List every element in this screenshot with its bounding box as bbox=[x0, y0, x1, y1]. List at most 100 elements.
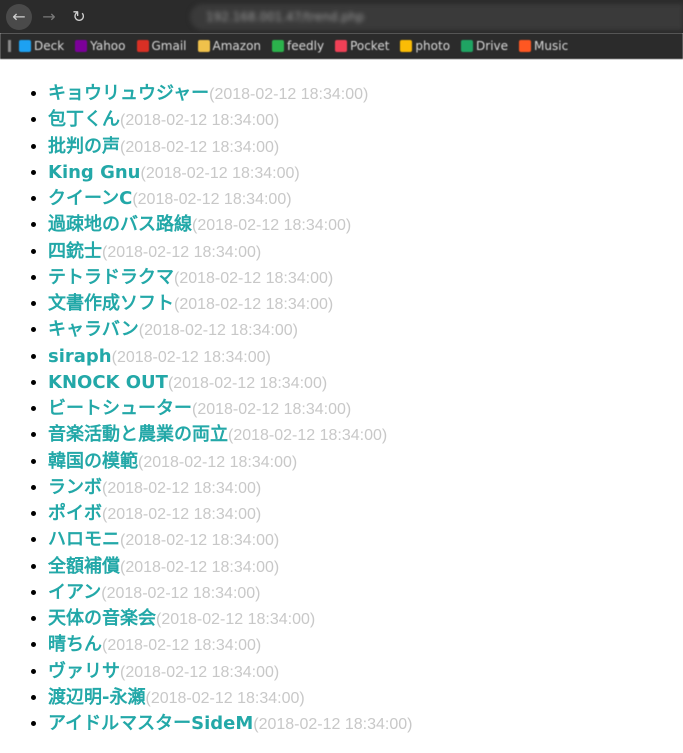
trend-link[interactable]: 四銃士 bbox=[48, 241, 102, 262]
trend-timestamp: (2018-02-12 18:34:00) bbox=[140, 164, 300, 182]
trend-list: キョウリュウジャー(2018-02-12 18:34:00)包丁くん(2018-… bbox=[0, 81, 683, 737]
music-icon bbox=[519, 39, 532, 52]
trend-link[interactable]: King Gnu bbox=[48, 162, 141, 183]
trend-link[interactable]: 全額補償 bbox=[48, 556, 120, 577]
trend-link[interactable]: ランボ bbox=[48, 477, 102, 498]
list-item: 批判の声(2018-02-12 18:34:00) bbox=[48, 134, 683, 160]
trend-link[interactable]: 渡辺明-永瀬 bbox=[48, 687, 145, 708]
bookmark-deck[interactable]: Deck bbox=[19, 39, 64, 53]
list-item: ビートシューター(2018-02-12 18:34:00) bbox=[48, 396, 683, 422]
bookmark-label: Drive bbox=[476, 38, 509, 53]
bookmark-gmail[interactable]: Gmail bbox=[136, 39, 187, 53]
trend-timestamp: (2018-02-12 18:34:00) bbox=[167, 374, 328, 392]
trend-timestamp: (2018-02-12 18:34:00) bbox=[102, 637, 262, 655]
list-item: ポイボ(2018-02-12 18:34:00) bbox=[48, 501, 683, 527]
drive-icon bbox=[461, 39, 474, 52]
list-item: ランボ(2018-02-12 18:34:00) bbox=[48, 475, 683, 501]
list-item: 音楽活動と農業の両立(2018-02-12 18:34:00) bbox=[48, 422, 683, 448]
address-bar[interactable]: 192.168.001.47/trend.php bbox=[190, 4, 683, 30]
trend-timestamp: (2018-02-12 18:34:00) bbox=[101, 584, 261, 602]
list-item: テトラドラクマ(2018-02-12 18:34:00) bbox=[48, 265, 683, 291]
trend-link[interactable]: 天体の音楽会 bbox=[48, 608, 156, 629]
trend-timestamp: (2018-02-12 18:34:00) bbox=[174, 269, 334, 287]
trend-link[interactable]: KNOCK OUT bbox=[48, 372, 168, 393]
feedly-icon bbox=[272, 39, 285, 52]
bookmark-yahoo[interactable]: Yahoo bbox=[75, 38, 126, 53]
list-item: 過疎地のバス路線(2018-02-12 18:34:00) bbox=[48, 212, 683, 238]
trend-timestamp: (2018-02-12 18:34:00) bbox=[138, 322, 298, 340]
trend-link[interactable]: イアン bbox=[48, 582, 101, 603]
bookmarks-bar: Deck Yahoo Gmail Amazon feedly Pocket photo Dri… bbox=[0, 33, 683, 59]
bookmark-label: Music bbox=[534, 38, 569, 53]
deck-icon bbox=[19, 39, 31, 52]
list-item: 包丁くん(2018-02-12 18:34:00) bbox=[48, 107, 683, 133]
trend-link[interactable]: 文書作成ソフト bbox=[48, 293, 174, 314]
trend-timestamp: (2018-02-12 18:34:00) bbox=[102, 243, 262, 261]
trend-timestamp: (2018-02-12 18:34:00) bbox=[120, 532, 280, 550]
bookmark-label: feedly bbox=[287, 38, 325, 53]
trend-link[interactable]: 批判の声 bbox=[48, 136, 120, 157]
trend-link[interactable]: ビートシューター bbox=[48, 398, 192, 419]
trend-timestamp: (2018-02-12 18:34:00) bbox=[174, 296, 334, 313]
bookmark-photo[interactable]: photo bbox=[400, 39, 450, 53]
list-item: イアン(2018-02-12 18:34:00) bbox=[48, 580, 683, 606]
bookmark-drive[interactable]: Drive bbox=[461, 39, 508, 53]
list-item: 四銃士(2018-02-12 18:34:00) bbox=[48, 239, 683, 265]
bookmarks-grip bbox=[8, 39, 11, 52]
pocket-icon bbox=[335, 39, 348, 52]
trend-link[interactable]: テトラドラクマ bbox=[48, 267, 174, 288]
trend-timestamp: (2018-02-12 18:34:00) bbox=[120, 138, 280, 156]
trend-link[interactable]: キョウリュウジャー bbox=[48, 83, 209, 104]
trend-timestamp: (2018-02-12 18:34:00) bbox=[209, 86, 369, 103]
list-item: KNOCK OUT(2018-02-12 18:34:00) bbox=[48, 370, 683, 396]
trend-timestamp: (2018-02-12 18:34:00) bbox=[120, 112, 280, 130]
trend-link[interactable]: siraph bbox=[48, 346, 112, 367]
amazon-icon bbox=[197, 39, 210, 52]
trend-link[interactable]: 晴ちん bbox=[48, 634, 102, 655]
trend-link[interactable]: ヴァリサ bbox=[48, 661, 120, 682]
trend-timestamp: (2018-02-12 18:34:00) bbox=[120, 663, 280, 681]
photos-icon bbox=[400, 39, 413, 52]
list-item: King Gnu(2018-02-12 18:34:00) bbox=[48, 160, 683, 186]
trend-link[interactable]: ポイボ bbox=[48, 503, 102, 524]
trend-timestamp: (2018-02-12 18:34:00) bbox=[111, 348, 271, 366]
trend-link[interactable]: 韓国の模範 bbox=[48, 451, 138, 472]
list-item: ヴァリサ(2018-02-12 18:34:00) bbox=[48, 659, 683, 685]
trend-link[interactable]: 音楽活動と農業の両立 bbox=[48, 424, 228, 445]
bookmark-label: Yahoo bbox=[90, 38, 126, 53]
trend-link[interactable]: 包丁くん bbox=[48, 109, 120, 130]
trend-timestamp: (2018-02-12 18:34:00) bbox=[228, 427, 388, 445]
list-item: アイドルマスターSideM(2018-02-12 18:34:00) bbox=[48, 711, 683, 737]
bookmark-label: Amazon bbox=[212, 38, 262, 53]
list-item: 渡辺明-永瀬(2018-02-12 18:34:00) bbox=[48, 685, 683, 711]
trend-timestamp: (2018-02-12 18:34:00) bbox=[102, 506, 262, 523]
trend-link[interactable]: クイーンC bbox=[48, 188, 132, 209]
reload-icon[interactable]: ↻ bbox=[66, 4, 92, 30]
list-item: ハロモニ(2018-02-12 18:34:00) bbox=[48, 527, 683, 553]
bookmark-feedly[interactable]: feedly bbox=[272, 39, 324, 53]
trend-timestamp: (2018-02-12 18:34:00) bbox=[156, 611, 316, 628]
list-item: キャラバン(2018-02-12 18:34:00) bbox=[48, 317, 683, 343]
list-item: 韓国の模範(2018-02-12 18:34:00) bbox=[48, 449, 683, 475]
bookmark-label: Deck bbox=[34, 38, 65, 53]
trend-timestamp: (2018-02-12 18:34:00) bbox=[145, 689, 305, 707]
bookmark-amazon[interactable]: Amazon bbox=[197, 38, 262, 53]
trend-link[interactable]: キャラバン bbox=[48, 319, 139, 340]
list-item: 全額補償(2018-02-12 18:34:00) bbox=[48, 554, 683, 580]
trend-link[interactable]: ハロモニ bbox=[48, 529, 120, 550]
yahoo-icon bbox=[75, 39, 88, 52]
bookmark-label: photo bbox=[415, 38, 451, 53]
list-item: siraph(2018-02-12 18:34:00) bbox=[48, 344, 683, 370]
browser-toolbar: ← → ↻ 192.168.001.47/trend.php bbox=[0, 0, 683, 33]
trend-link[interactable]: アイドルマスターSideM bbox=[48, 713, 253, 734]
forward-arrow-icon[interactable]: → bbox=[36, 4, 62, 30]
trend-link[interactable]: 過疎地のバス路線 bbox=[48, 214, 192, 235]
bookmark-music[interactable]: Music bbox=[519, 39, 568, 53]
back-arrow-icon[interactable]: ← bbox=[6, 3, 32, 30]
list-item: 晴ちん(2018-02-12 18:34:00) bbox=[48, 632, 683, 658]
page-content: キョウリュウジャー(2018-02-12 18:34:00)包丁くん(2018-… bbox=[0, 59, 683, 737]
trend-timestamp: (2018-02-12 18:34:00) bbox=[102, 479, 262, 497]
trend-timestamp: (2018-02-12 18:34:00) bbox=[253, 716, 413, 733]
list-item: キョウリュウジャー(2018-02-12 18:34:00) bbox=[48, 81, 683, 107]
bookmark-pocket[interactable]: Pocket bbox=[335, 39, 389, 53]
